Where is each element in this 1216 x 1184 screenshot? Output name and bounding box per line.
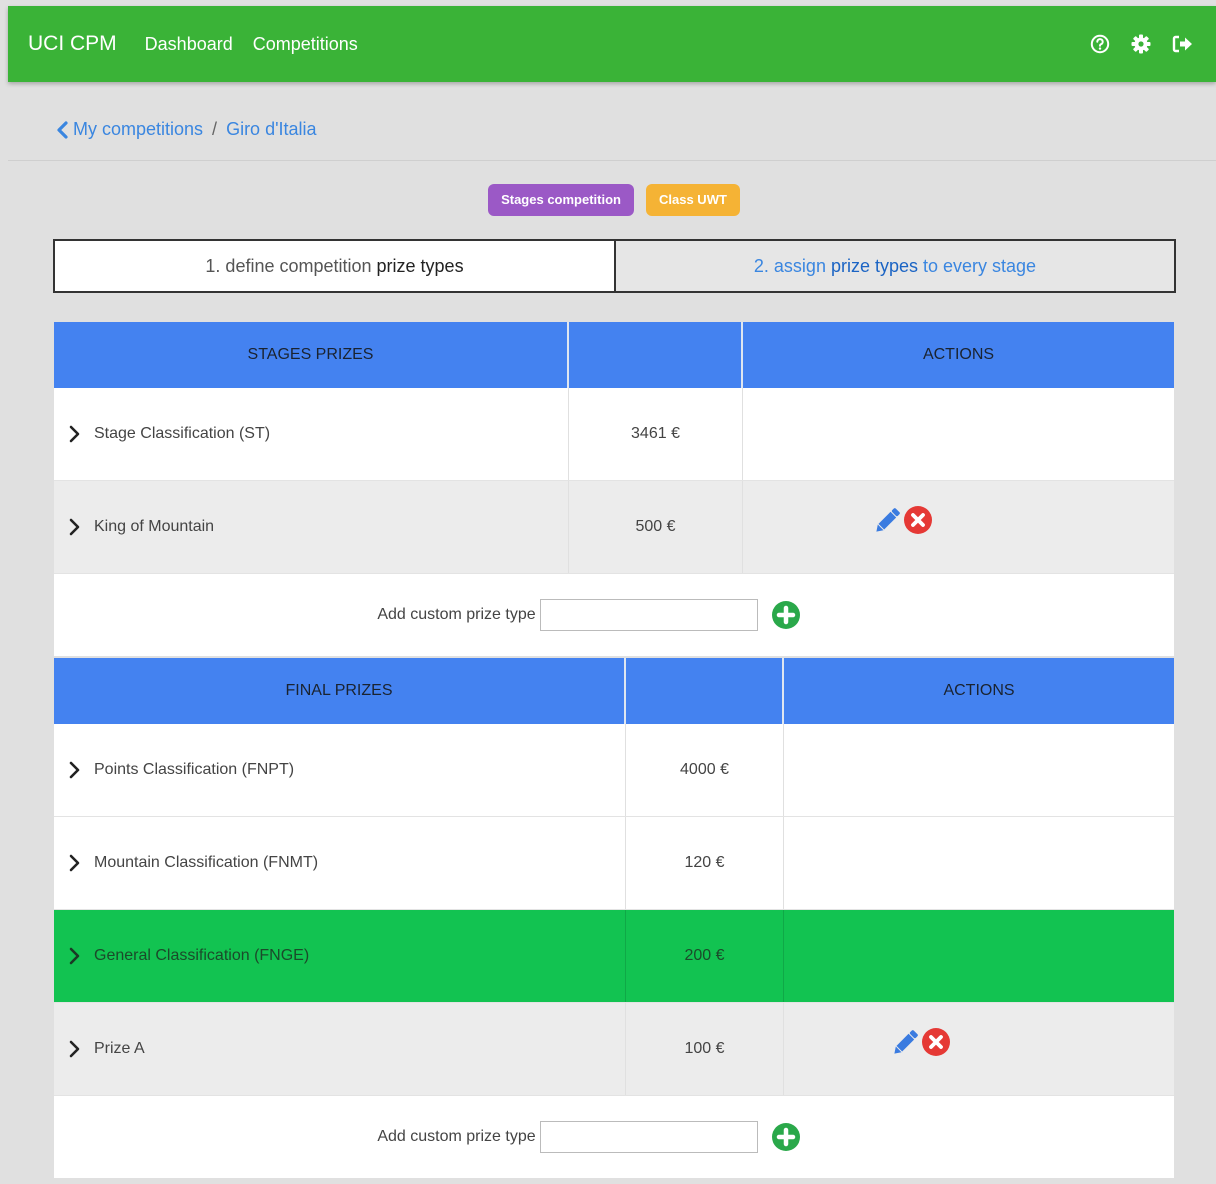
actions-cell bbox=[743, 388, 1174, 480]
help-icon[interactable] bbox=[1090, 34, 1110, 54]
chevron-left-icon[interactable] bbox=[55, 120, 69, 139]
table-row: King of Mountain 500 € bbox=[54, 481, 1174, 574]
step1-text: 1. define competition bbox=[205, 255, 377, 276]
chevron-right-icon[interactable] bbox=[68, 425, 80, 443]
prize-name-cell: Stage Classification (ST) bbox=[54, 388, 569, 480]
prize-amount: 100 € bbox=[626, 1003, 784, 1095]
nav-link-competitions[interactable]: Competitions bbox=[253, 34, 358, 55]
prize-name: Mountain Classification (FNMT) bbox=[94, 854, 319, 871]
step1-bold: prize types bbox=[376, 255, 464, 276]
top-navbar: UCI CPM Dashboard Competitions bbox=[8, 6, 1216, 82]
actions-cell bbox=[743, 481, 1174, 573]
prize-name: Points Classification (FNPT) bbox=[94, 761, 295, 778]
navbar-icons bbox=[1090, 33, 1194, 55]
edit-pencil-icon[interactable] bbox=[871, 505, 903, 537]
actions-cell bbox=[784, 817, 1174, 909]
step2-bold: prize types bbox=[830, 255, 918, 276]
custom-prize-input[interactable] bbox=[539, 599, 758, 631]
prize-name-cell: King of Mountain bbox=[54, 481, 569, 573]
step2-text: 2. assign bbox=[753, 255, 831, 276]
add-custom-prize-row: Add custom prize type bbox=[54, 1096, 1174, 1178]
column-header-final-prizes: FINAL PRIZES bbox=[54, 658, 626, 724]
breadcrumb-separator: / bbox=[212, 119, 218, 139]
table-row: Mountain Classification (FNMT) 120 € bbox=[54, 817, 1174, 910]
competition-class-badge: Class UWT bbox=[646, 184, 740, 216]
chevron-right-icon[interactable] bbox=[68, 518, 80, 536]
table-header: FINAL PRIZES ACTIONS bbox=[54, 658, 1174, 724]
app-brand[interactable]: UCI CPM bbox=[28, 32, 117, 56]
prize-amount: 3461 € bbox=[569, 388, 743, 480]
nav-link-dashboard[interactable]: Dashboard bbox=[145, 34, 233, 55]
table-header: STAGES PRIZES ACTIONS bbox=[54, 322, 1174, 388]
step-define-prize-types[interactable]: 1. define competition prize types bbox=[55, 241, 616, 291]
breadcrumb-current[interactable]: Giro d'Italia bbox=[226, 119, 316, 140]
column-header-actions: ACTIONS bbox=[943, 682, 1015, 699]
prize-name: Stage Classification (ST) bbox=[94, 425, 271, 442]
breadcrumb-my-competitions[interactable]: My competitions bbox=[73, 119, 203, 140]
chevron-right-icon[interactable] bbox=[68, 1040, 80, 1058]
stages-prizes-table: STAGES PRIZES ACTIONS Stage Classificati… bbox=[54, 322, 1174, 656]
add-plus-icon[interactable] bbox=[771, 600, 801, 630]
breadcrumb: My competitions / Giro d'Italia bbox=[55, 119, 317, 140]
chevron-right-icon[interactable] bbox=[68, 854, 80, 872]
column-header-amount bbox=[569, 322, 743, 388]
final-prizes-table: FINAL PRIZES ACTIONS Points Classificati… bbox=[54, 658, 1174, 1178]
add-custom-prize-label: Add custom prize type bbox=[377, 606, 536, 623]
chevron-right-icon[interactable] bbox=[68, 947, 80, 965]
prize-name: King of Mountain bbox=[94, 518, 215, 535]
prize-amount: 120 € bbox=[626, 817, 784, 909]
prize-name: Prize A bbox=[94, 1040, 145, 1057]
prize-amount: 200 € bbox=[626, 910, 784, 1002]
chevron-right-icon[interactable] bbox=[68, 761, 80, 779]
delete-icon[interactable] bbox=[903, 505, 933, 535]
wizard-steps: 1. define competition prize types 2. ass… bbox=[53, 239, 1176, 293]
table-row-selected: General Classification (FNGE) 200 € bbox=[54, 910, 1174, 1003]
add-custom-prize-label: Add custom prize type bbox=[377, 1128, 536, 1145]
table-row: Stage Classification (ST) 3461 € bbox=[54, 388, 1174, 481]
column-header-actions: ACTIONS bbox=[922, 346, 995, 363]
column-header-stages-prizes: STAGES PRIZES bbox=[54, 322, 569, 388]
competition-badges: Stages competition Class UWT bbox=[0, 184, 1216, 216]
prize-name-cell: Points Classification (FNPT) bbox=[54, 724, 626, 816]
divider bbox=[8, 160, 1216, 161]
prize-name-cell: Mountain Classification (FNMT) bbox=[54, 817, 626, 909]
custom-prize-input[interactable] bbox=[539, 1121, 758, 1153]
prize-name: General Classification (FNGE) bbox=[94, 947, 310, 964]
table-row: Prize A 100 € bbox=[54, 1003, 1174, 1096]
edit-pencil-icon[interactable] bbox=[889, 1027, 921, 1059]
delete-icon[interactable] bbox=[921, 1027, 951, 1057]
step2-suffix: to every stage bbox=[918, 255, 1037, 276]
actions-cell bbox=[784, 724, 1174, 816]
settings-icon[interactable] bbox=[1130, 33, 1152, 55]
step-assign-prize-types[interactable]: 2. assign prize types to every stage bbox=[616, 241, 1174, 291]
prize-amount: 4000 € bbox=[626, 724, 784, 816]
prize-name-cell: General Classification (FNGE) bbox=[54, 910, 626, 1002]
logout-icon[interactable] bbox=[1172, 34, 1194, 54]
table-row: Points Classification (FNPT) 4000 € bbox=[54, 724, 1174, 817]
competition-type-badge: Stages competition bbox=[488, 184, 634, 216]
prize-name-cell: Prize A bbox=[54, 1003, 626, 1095]
actions-cell bbox=[784, 910, 1174, 1002]
actions-cell bbox=[784, 1003, 1174, 1095]
add-plus-icon[interactable] bbox=[771, 1122, 801, 1152]
add-custom-prize-row: Add custom prize type bbox=[54, 574, 1174, 656]
column-header-amount bbox=[626, 658, 784, 724]
prize-amount: 500 € bbox=[569, 481, 743, 573]
